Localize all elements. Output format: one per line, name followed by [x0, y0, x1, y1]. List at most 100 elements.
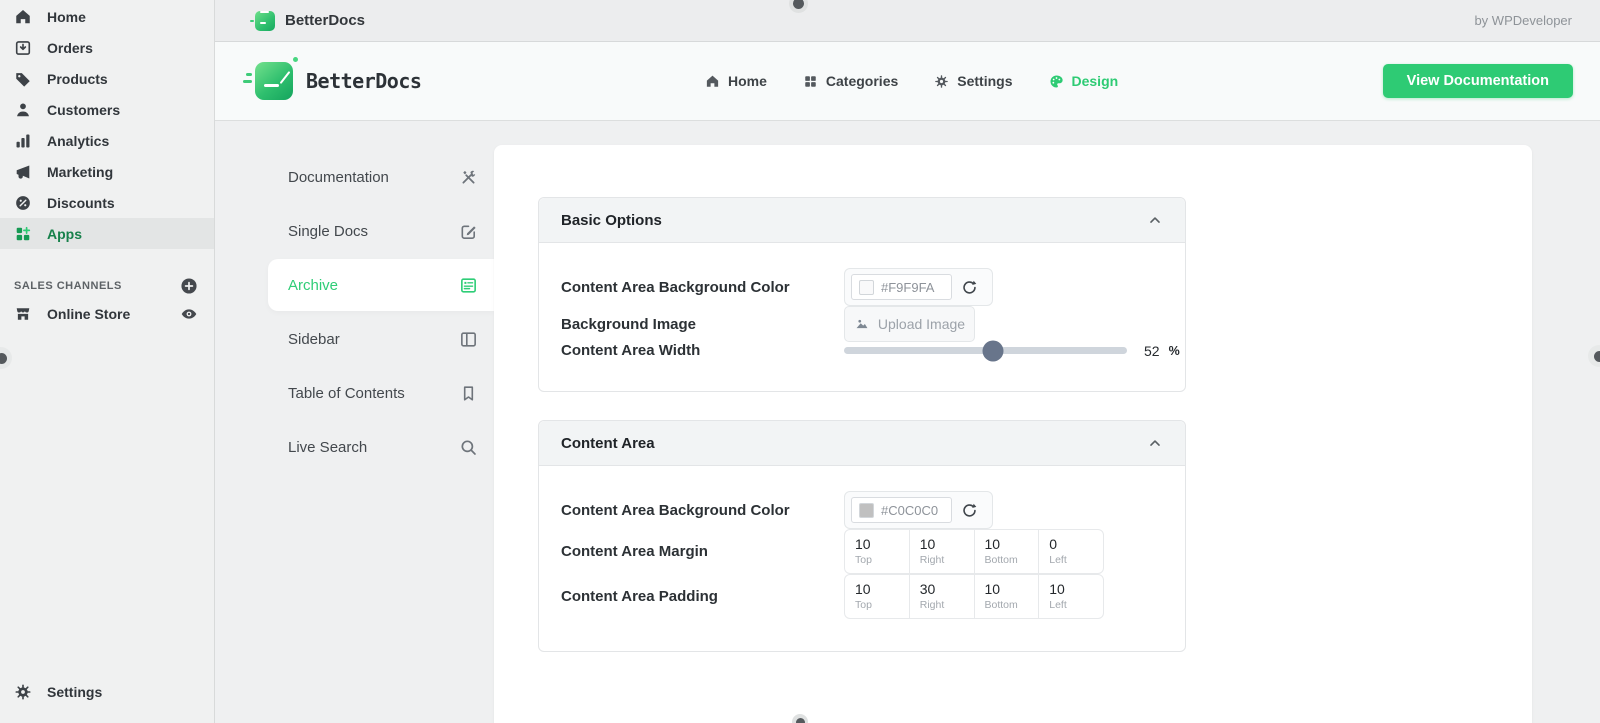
padding-input-group: 10 Top 30 Right 10 Bottom 10 Left: [844, 573, 1104, 619]
design-tab-sidebar[interactable]: Sidebar: [268, 313, 494, 365]
content-padding-row: Content Area Padding 10 Top 30 Right 10 …: [561, 573, 1163, 619]
columns-icon: [459, 330, 478, 349]
design-settings-sidebar: Documentation Single Docs Archive Sideba…: [215, 121, 494, 473]
nav-item-label: Categories: [825, 73, 899, 89]
reset-color-icon[interactable]: [961, 279, 978, 296]
background-image-row: Background Image Upload Image: [561, 306, 1163, 342]
margin-left-input[interactable]: 0 Left: [1038, 530, 1103, 573]
padding-value: 30: [919, 580, 936, 597]
margin-right-input[interactable]: 10 Right: [908, 530, 974, 573]
padding-pos-label: Bottom: [984, 598, 1018, 611]
padding-pos-label: Left: [1049, 598, 1067, 611]
color-swatch[interactable]: [859, 502, 874, 518]
width-value: 52: [1144, 342, 1160, 359]
field-label: Content Area Margin: [561, 542, 708, 560]
field-label: Content Area Background Color: [561, 278, 790, 296]
padding-left-input[interactable]: 10 Left: [1038, 574, 1103, 618]
margin-pos-label: Bottom: [984, 553, 1018, 566]
slider-track[interactable]: [844, 340, 1127, 361]
content-bg-color-row: Content Area Background Color #F9F9FA: [561, 268, 1163, 306]
tools-icon: [459, 168, 478, 187]
reset-color-icon[interactable]: [961, 502, 978, 519]
gear-icon: [934, 74, 949, 89]
padding-top-input[interactable]: 10 Top: [845, 575, 909, 618]
betterdocs-logo-small-icon: [250, 10, 275, 31]
color-picker-field: #C0C0C0: [844, 491, 993, 529]
margin-input-group: 10 Top 10 Right 10 Bottom 0 Left: [844, 529, 1104, 574]
margin-top-input[interactable]: 10 Top: [845, 530, 909, 573]
margin-pos-label: Right: [919, 553, 945, 566]
field-label: Background Image: [561, 315, 697, 333]
content-bg-color-row: Content Area Background Color #C0C0C0: [561, 491, 1163, 529]
field-label: Content Area Width: [561, 342, 701, 359]
nav-item-home[interactable]: Home: [705, 73, 767, 89]
chevron-up-icon[interactable]: [1147, 435, 1163, 451]
padding-value: 10: [1049, 580, 1065, 597]
home-icon: [705, 74, 720, 89]
padding-value: 10: [984, 580, 1001, 597]
edit-doc-icon: [459, 222, 478, 241]
design-tab-archive[interactable]: Archive: [268, 259, 494, 311]
content-area-card: Content Area Content Area Background Col…: [538, 420, 1186, 652]
nav-item-settings[interactable]: Settings: [934, 73, 1013, 89]
upload-image-label: Upload Image: [877, 316, 966, 332]
width-slider: 52 %: [844, 340, 1180, 361]
view-documentation-button[interactable]: View Documentation: [1382, 64, 1573, 98]
content-area-header: Content Area: [539, 421, 1185, 466]
archive-list-icon: [459, 276, 478, 295]
design-tab-live-search[interactable]: Live Search: [268, 421, 494, 473]
nav-item-categories[interactable]: Categories: [803, 73, 898, 89]
margin-value: 10: [919, 536, 936, 552]
field-label: Content Area Background Color: [561, 501, 790, 519]
padding-value: 10: [855, 580, 871, 597]
brand-name: BetterDocs: [306, 69, 422, 93]
grid-icon: [803, 74, 818, 89]
margin-bottom-input[interactable]: 10 Bottom: [973, 530, 1039, 573]
content-width-row: Content Area Width 52 %: [561, 340, 1180, 361]
palette-icon: [1049, 74, 1064, 89]
nav-item-design[interactable]: Design: [1049, 73, 1118, 89]
design-tab-label: Sidebar: [288, 330, 340, 348]
app-nav: Home Categories Settings Design: [705, 73, 1118, 89]
slider-thumb[interactable]: [982, 340, 1004, 361]
design-tab-label: Table of Contents: [288, 384, 405, 402]
brand: BetterDocs: [243, 57, 422, 100]
padding-pos-label: Top: [855, 598, 872, 611]
color-hex-input[interactable]: #C0C0C0: [851, 497, 952, 523]
design-tab-documentation[interactable]: Documentation: [268, 151, 494, 203]
padding-right-input[interactable]: 30 Right: [908, 574, 974, 618]
content-area: Documentation Single Docs Archive Sideba…: [215, 121, 1600, 723]
margin-pos-label: Left: [1049, 553, 1067, 566]
app-window: Home Orders Products Customers Analytics…: [0, 0, 1600, 723]
nav-item-label: Settings: [957, 73, 1013, 89]
padding-bottom-input[interactable]: 10 Bottom: [973, 574, 1039, 618]
app-header: BetterDocs Home Categories Settings Desi…: [215, 42, 1600, 121]
basic-options-header: Basic Options: [539, 198, 1185, 243]
margin-value: 10: [855, 536, 871, 552]
chevron-up-icon[interactable]: [1147, 212, 1163, 228]
margin-value: 10: [984, 536, 1001, 552]
nav-item-label: Home: [728, 73, 767, 89]
width-unit: %: [1168, 343, 1180, 358]
design-tab-label: Documentation: [288, 168, 389, 186]
card-title: Basic Options: [561, 211, 662, 229]
margin-pos-label: Top: [855, 553, 872, 566]
color-hex-input[interactable]: #F9F9FA: [851, 274, 952, 300]
color-hex-value: #F9F9FA: [881, 279, 935, 295]
image-icon: [854, 316, 870, 332]
margin-value: 0: [1049, 536, 1058, 552]
color-picker-field: #F9F9FA: [844, 268, 993, 306]
design-tab-single-docs[interactable]: Single Docs: [268, 205, 494, 257]
upload-image-button[interactable]: Upload Image: [844, 306, 975, 342]
search-icon: [459, 438, 478, 457]
design-tab-table-of-contents[interactable]: Table of Contents: [268, 367, 494, 419]
design-tab-label: Live Search: [288, 438, 368, 456]
color-hex-value: #C0C0C0: [881, 502, 939, 518]
design-tab-label: Archive: [288, 276, 339, 294]
betterdocs-logo-icon: [243, 57, 298, 100]
padding-pos-label: Right: [919, 598, 945, 611]
card-title: Content Area: [561, 434, 655, 452]
design-tab-label: Single Docs: [288, 222, 369, 240]
color-swatch[interactable]: [859, 279, 874, 295]
bookmark-icon: [459, 384, 478, 403]
